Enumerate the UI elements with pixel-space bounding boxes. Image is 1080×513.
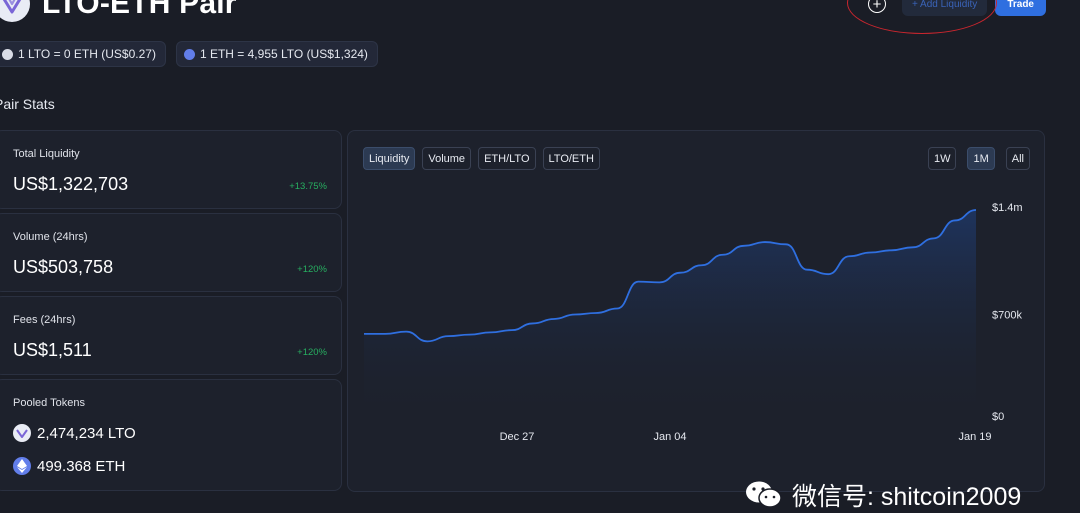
x-tick-label: Jan 19 [958, 431, 991, 443]
stat-card-pooled-tokens: Pooled Tokens 2,474,234 LTO 499.368 ETH [0, 379, 342, 491]
stat-label: Total Liquidity [13, 148, 80, 160]
stat-change: +120% [297, 264, 327, 275]
stat-change: +13.75% [289, 181, 327, 192]
y-tick-label: $700k [992, 310, 1022, 322]
pooled-token-lto: 2,474,234 LTO [13, 424, 136, 442]
stat-label: Fees (24hrs) [13, 314, 76, 326]
stat-label: Pooled Tokens [13, 397, 85, 409]
liquidity-chart[interactable]: $0 $700k $1.4m Dec 27 Jan 04 Jan 19 [348, 131, 1046, 493]
trade-button[interactable]: Trade [995, 0, 1046, 16]
area-fill [364, 209, 976, 416]
rate-row: 1 LTO = 0 ETH (US$0.27) 1 ETH = 4,955 LT… [0, 41, 378, 67]
lto-icon [2, 48, 13, 60]
watermark: 微信号: shitcoin2009 [744, 477, 1021, 513]
y-tick-label: $1.4m [992, 202, 1023, 214]
eth-icon [183, 48, 195, 60]
stat-card-total-liquidity: Total Liquidity US$1,322,703 +13.75% [0, 130, 342, 209]
stat-change: +120% [297, 347, 327, 358]
pooled-token-amount: 2,474,234 LTO [37, 424, 136, 442]
rate-pill-eth[interactable]: 1 ETH = 4,955 LTO (US$1,324) [175, 41, 378, 67]
rate-text: 1 LTO = 0 ETH (US$0.27) [18, 47, 156, 61]
rate-text: 1 ETH = 4,955 LTO (US$1,324) [199, 47, 368, 61]
lto-eth-logo-icon [0, 0, 30, 22]
x-tick-label: Jan 04 [653, 431, 686, 443]
stat-value: US$503,758 [13, 257, 114, 277]
stat-label: Volume (24hrs) [13, 231, 88, 243]
page-header: LTO-ETH Pair [0, 0, 237, 22]
rate-pill-lto[interactable]: 1 LTO = 0 ETH (US$0.27) [0, 41, 166, 67]
stat-value: US$1,322,703 [13, 174, 129, 194]
watermark-text: 微信号: shitcoin2009 [792, 483, 1022, 511]
lto-icon [13, 424, 31, 442]
chart-panel: Liquidity Volume ETH/LTO LTO/ETH 1W 1M A… [347, 130, 1045, 492]
y-tick-label: $0 [992, 411, 1004, 423]
stat-value: US$1,511 [13, 340, 92, 360]
stat-card-volume: Volume (24hrs) US$503,758 +120% [0, 213, 342, 292]
eth-icon [13, 457, 31, 475]
x-tick-label: Dec 27 [500, 431, 535, 443]
pooled-token-amount: 499.368 ETH [37, 457, 126, 475]
pair-stats-title: Pair Stats [0, 96, 55, 112]
annotation-ellipse [847, 0, 997, 34]
page-title: LTO-ETH Pair [42, 0, 237, 20]
stat-card-fees: Fees (24hrs) US$1,511 +120% [0, 296, 342, 375]
pooled-token-eth: 499.368 ETH [13, 457, 125, 475]
wechat-icon [744, 479, 784, 511]
